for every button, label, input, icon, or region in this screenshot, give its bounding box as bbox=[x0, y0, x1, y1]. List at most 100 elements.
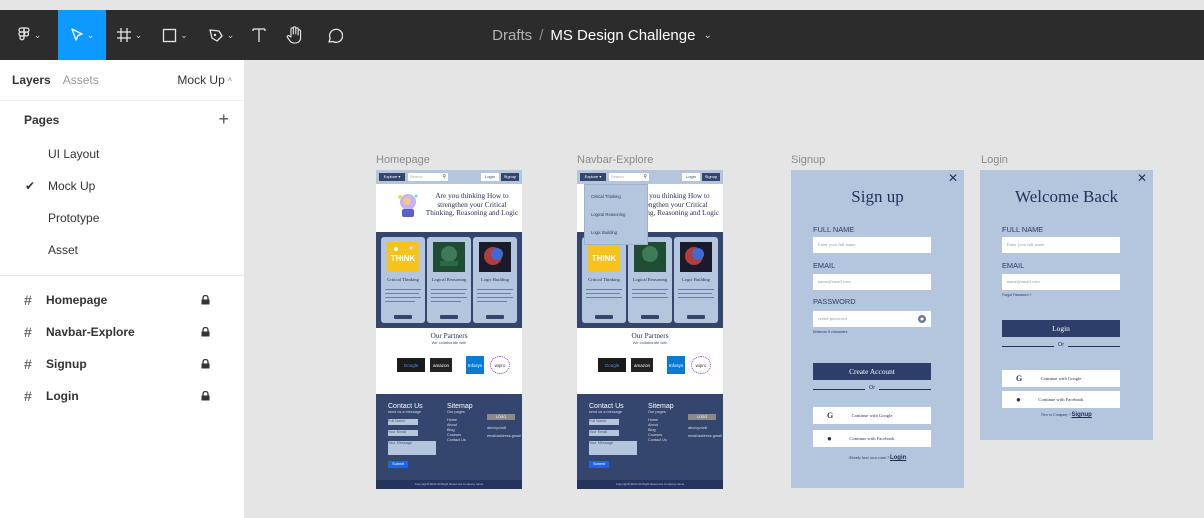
file-name[interactable]: MS Design Challenge bbox=[550, 27, 695, 44]
text-tool-button[interactable] bbox=[244, 10, 274, 60]
close-icon[interactable]: ✕ bbox=[1137, 171, 1147, 185]
search-input[interactable]: Search ⚲ bbox=[408, 173, 448, 181]
lock-icon[interactable] bbox=[201, 359, 210, 369]
topic-card[interactable]: Logical Reasoning bbox=[427, 237, 471, 323]
dropdown-item[interactable]: Logical Reasoning bbox=[591, 212, 625, 217]
frame-homepage[interactable]: Explore ▾ Search ⚲ Login Signup Are you t… bbox=[376, 170, 522, 489]
email-input[interactable]: name@email.com bbox=[813, 274, 931, 290]
nav-signup-button[interactable]: Signup bbox=[702, 173, 720, 181]
explore-button[interactable]: Explore ▾ bbox=[580, 173, 606, 181]
nav-login-button[interactable]: Login bbox=[682, 173, 700, 181]
forgot-password-link[interactable]: Forgot Password ? bbox=[1002, 293, 1031, 297]
main-menu-button[interactable]: ⌄ bbox=[0, 10, 58, 60]
lock-icon[interactable] bbox=[201, 327, 210, 337]
layer-homepage[interactable]: # Homepage bbox=[0, 284, 244, 316]
password-input[interactable]: create password bbox=[813, 311, 931, 327]
email-field[interactable]: Your Email bbox=[388, 430, 418, 436]
frame-label-login[interactable]: Login bbox=[981, 154, 1008, 166]
chevron-down-icon[interactable]: ⌄ bbox=[703, 30, 711, 41]
card-button[interactable] bbox=[595, 315, 613, 319]
message-field[interactable]: Your Message bbox=[589, 441, 637, 455]
email-field[interactable]: Your Email bbox=[589, 430, 619, 436]
google-signin-button[interactable]: G Continue with Google bbox=[813, 407, 931, 424]
email-input[interactable]: name@email.com bbox=[1002, 274, 1120, 290]
layer-signup[interactable]: # Signup bbox=[0, 348, 244, 380]
frame-label-homepage[interactable]: Homepage bbox=[376, 154, 430, 166]
hand-tool-button[interactable] bbox=[274, 10, 314, 60]
move-tool-button[interactable]: ⌄ bbox=[58, 10, 106, 60]
page-item-mock-up[interactable]: ✔ Mock Up bbox=[0, 170, 244, 202]
sitemap-link[interactable]: Blog bbox=[648, 428, 656, 432]
panel-tabs: Layers Assets Mock Up ^ bbox=[0, 60, 244, 100]
breadcrumb-drafts[interactable]: Drafts bbox=[492, 27, 532, 44]
full-name-field[interactable]: Full Name bbox=[388, 419, 418, 425]
signup-link[interactable]: Signup bbox=[1072, 412, 1092, 418]
page-item-prototype[interactable]: Prototype bbox=[0, 202, 244, 234]
eye-icon[interactable] bbox=[918, 315, 926, 323]
submit-button[interactable]: Submit bbox=[388, 461, 408, 468]
page-label: Prototype bbox=[48, 211, 100, 225]
tab-assets[interactable]: Assets bbox=[63, 73, 99, 87]
sitemap-link[interactable]: About bbox=[447, 423, 457, 427]
nav-login-button[interactable]: Login bbox=[481, 173, 499, 181]
text-line bbox=[586, 293, 620, 295]
layer-navbar-explore[interactable]: # Navbar-Explore bbox=[0, 316, 244, 348]
shape-tool-button[interactable]: ⌄ bbox=[152, 10, 198, 60]
card-button[interactable] bbox=[641, 315, 659, 319]
topic-card[interactable]: THINK Critical Thinking bbox=[582, 237, 626, 323]
facebook-signin-button[interactable]: ● Continue with Facebook bbox=[1002, 391, 1120, 408]
topic-card[interactable]: THINK Critical Thinking bbox=[381, 237, 425, 323]
close-icon[interactable]: ✕ bbox=[948, 171, 958, 185]
sitemap-link[interactable]: Blog bbox=[447, 428, 455, 432]
dropdown-item[interactable]: Logic Building bbox=[591, 230, 617, 235]
login-link[interactable]: Login bbox=[890, 455, 906, 461]
lock-icon[interactable] bbox=[201, 391, 210, 401]
pen-tool-button[interactable]: ⌄ bbox=[198, 10, 244, 60]
card-button[interactable] bbox=[486, 315, 504, 319]
full-name-input[interactable]: Enter your full name bbox=[1002, 237, 1120, 253]
card-button[interactable] bbox=[394, 315, 412, 319]
add-page-icon[interactable]: + bbox=[218, 109, 229, 130]
login-button[interactable]: Login bbox=[1002, 320, 1120, 337]
full-name-input[interactable]: Enter your full name bbox=[813, 237, 931, 253]
frame-signup[interactable]: ✕ Sign up FULL NAME Enter your full name… bbox=[791, 170, 964, 488]
frame-login[interactable]: ✕ Welcome Back FULL NAME Enter your full… bbox=[980, 170, 1153, 440]
page-selector[interactable]: Mock Up ^ bbox=[177, 73, 232, 87]
sitemap-link[interactable]: Contact Us bbox=[648, 438, 667, 442]
dropdown-item[interactable]: Critical Thinking bbox=[591, 194, 621, 199]
frame-label-signup[interactable]: Signup bbox=[791, 154, 825, 166]
search-input[interactable]: Search ⚲ bbox=[609, 173, 649, 181]
frame-label-navbar-explore[interactable]: Navbar-Explore bbox=[577, 154, 653, 166]
tab-layers[interactable]: Layers bbox=[12, 73, 51, 87]
explore-button[interactable]: Explore ▾ bbox=[379, 173, 405, 181]
figma-logo-icon bbox=[18, 27, 30, 41]
sitemap-link[interactable]: Home bbox=[447, 418, 457, 422]
contact-title: Contact Us bbox=[589, 403, 624, 410]
card-button[interactable] bbox=[687, 315, 705, 319]
sitemap-link[interactable]: Courses bbox=[447, 433, 461, 437]
facebook-signin-button[interactable]: ● Continue with Facebook bbox=[813, 430, 931, 447]
sitemap-link[interactable]: Contact Us bbox=[447, 438, 466, 442]
nav-signup-button[interactable]: Signup bbox=[501, 173, 519, 181]
message-field[interactable]: Your Message bbox=[388, 441, 436, 455]
topic-card[interactable]: Logic Building bbox=[674, 237, 718, 323]
topic-card[interactable]: Logical Reasoning bbox=[628, 237, 672, 323]
sitemap-link[interactable]: About bbox=[648, 423, 658, 427]
create-account-button[interactable]: Create Account bbox=[813, 363, 931, 380]
full-name-field[interactable]: Full Name bbox=[589, 419, 619, 425]
google-signin-button[interactable]: G Continue with Google bbox=[1002, 370, 1120, 387]
submit-button[interactable]: Submit bbox=[589, 461, 609, 468]
design-canvas[interactable]: Homepage Navbar-Explore Signup Login Exp… bbox=[246, 60, 1204, 518]
card-button[interactable] bbox=[440, 315, 458, 319]
layer-login[interactable]: # Login bbox=[0, 380, 244, 412]
comment-tool-button[interactable] bbox=[314, 10, 354, 60]
frame-tool-button[interactable]: ⌄ bbox=[106, 10, 152, 60]
partners-title: Our Partners bbox=[631, 331, 669, 340]
sitemap-link[interactable]: Courses bbox=[648, 433, 662, 437]
page-item-ui-layout[interactable]: UI Layout bbox=[0, 138, 244, 170]
page-item-asset[interactable]: Asset bbox=[0, 234, 244, 266]
sitemap-link[interactable]: Home bbox=[648, 418, 658, 422]
frame-navbar-explore[interactable]: Explore ▾ Search ⚲ Login Signup Are you t… bbox=[577, 170, 723, 489]
topic-card[interactable]: Logic Building bbox=[473, 237, 517, 323]
lock-icon[interactable] bbox=[201, 295, 210, 305]
